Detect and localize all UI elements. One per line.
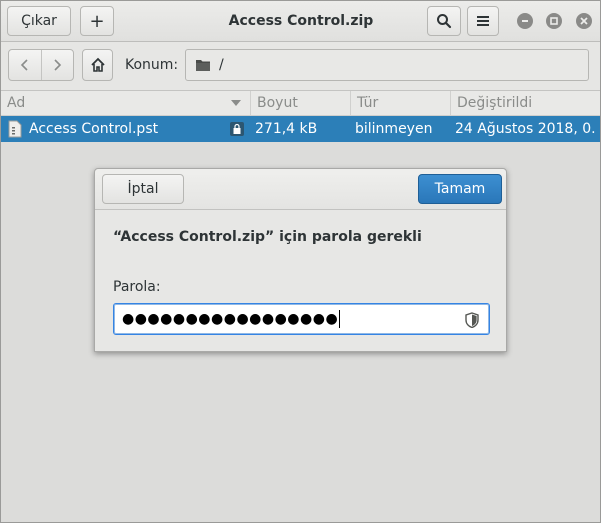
column-name-label: Ad xyxy=(7,95,26,111)
forward-button[interactable] xyxy=(40,50,74,80)
cancel-button[interactable]: İptal xyxy=(102,174,184,204)
add-button[interactable]: + xyxy=(80,6,114,36)
chevron-left-icon xyxy=(20,59,28,71)
location-bar: Konum: / xyxy=(1,42,600,91)
ok-button[interactable]: Tamam xyxy=(418,174,502,204)
password-dialog: İptal Tamam “Access Control.zip” için pa… xyxy=(94,168,507,352)
text-caret xyxy=(339,310,341,328)
file-name: Access Control.pst xyxy=(29,121,159,137)
shield-icon xyxy=(465,312,479,328)
file-size: 271,4 kB xyxy=(255,121,318,137)
location-path: / xyxy=(219,57,224,73)
column-name[interactable]: Ad xyxy=(1,91,250,115)
navigation-buttons xyxy=(8,49,74,81)
column-header: Ad Boyut Tür Değiştirildi xyxy=(1,91,600,116)
column-type-label: Tür xyxy=(357,95,379,111)
location-field[interactable]: / xyxy=(185,49,589,81)
window-title: Access Control.zip xyxy=(228,13,374,29)
home-button[interactable] xyxy=(82,49,113,81)
header-bar: Çıkar + Access Control.zip xyxy=(1,1,600,42)
search-icon xyxy=(437,14,452,29)
column-modified-label: Değiştirildi xyxy=(457,95,533,111)
location-label: Konum: xyxy=(125,57,179,73)
back-button[interactable] xyxy=(9,50,41,80)
file-icon xyxy=(8,120,22,138)
maximize-icon xyxy=(550,17,558,25)
file-modified: 24 Ağustos 2018, 0... xyxy=(455,121,597,137)
column-type[interactable]: Tür xyxy=(350,91,450,115)
close-button[interactable] xyxy=(576,13,592,29)
folder-icon xyxy=(196,60,210,71)
password-input[interactable]: ●●●●●●●●●●●●●●●●● xyxy=(113,303,490,335)
minimize-button[interactable] xyxy=(517,13,533,29)
lock-icon xyxy=(230,122,244,136)
search-button[interactable] xyxy=(427,6,461,36)
password-value: ●●●●●●●●●●●●●●●●● xyxy=(122,311,339,327)
close-icon xyxy=(580,17,588,25)
column-size-label: Boyut xyxy=(257,95,298,111)
archive-manager-window: Çıkar + Access Control.zip Konum: / Ad B… xyxy=(0,0,601,523)
column-modified[interactable]: Değiştirildi xyxy=(450,91,600,115)
password-label: Parola: xyxy=(113,279,161,295)
chevron-right-icon xyxy=(54,59,62,71)
hamburger-icon xyxy=(477,16,489,26)
file-row[interactable]: Access Control.pst 271,4 kB bilinmeyen 2… xyxy=(1,116,600,142)
sort-down-icon xyxy=(231,100,241,106)
dialog-header: İptal Tamam xyxy=(95,169,506,210)
file-type: bilinmeyen xyxy=(355,121,433,137)
dialog-message: “Access Control.zip” için parola gerekli xyxy=(113,229,422,245)
menu-button[interactable] xyxy=(467,6,499,36)
minimize-icon xyxy=(522,20,528,22)
eject-button[interactable]: Çıkar xyxy=(7,6,71,36)
maximize-button[interactable] xyxy=(546,13,562,29)
column-size[interactable]: Boyut xyxy=(250,91,350,115)
home-icon xyxy=(90,57,105,72)
